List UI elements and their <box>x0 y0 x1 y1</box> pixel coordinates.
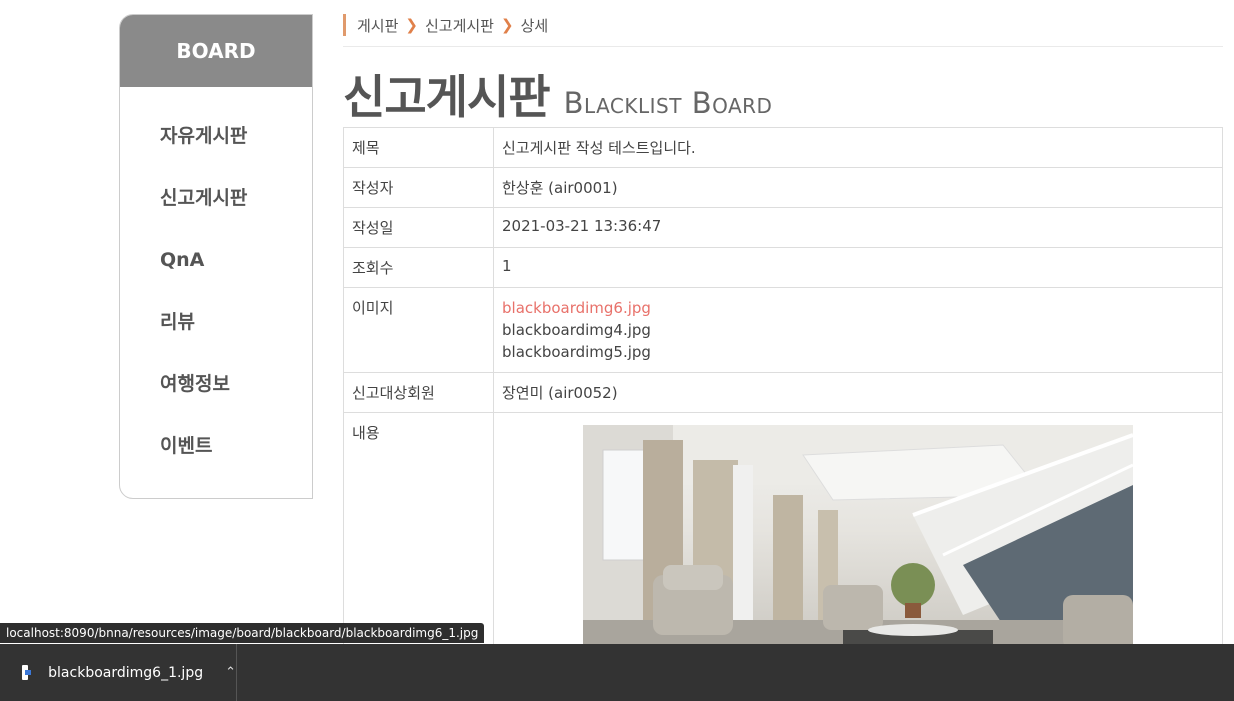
post-views: 1 <box>493 247 1223 288</box>
post-content <box>493 412 1223 663</box>
image-link[interactable]: blackboardimg6.jpg <box>502 297 1214 319</box>
sidebar-item-qna[interactable]: QnA <box>120 229 312 291</box>
reported-member: 장연미 (air0052) <box>493 372 1223 413</box>
download-item[interactable]: blackboardimg6_1.jpg ⌃ <box>0 644 237 701</box>
sidebar-item-free-board[interactable]: 자유게시판 <box>120 105 312 167</box>
sidebar-item-event[interactable]: 이벤트 <box>120 415 312 477</box>
content-image <box>583 425 1133 657</box>
table-row: 이미지 blackboardimg6.jpg blackboardimg4.jp… <box>343 287 1223 373</box>
download-filename: blackboardimg6_1.jpg <box>48 664 204 681</box>
breadcrumb-divider <box>343 46 1223 47</box>
chevron-right-icon: ❯ <box>501 16 514 34</box>
table-row: 작성일 2021-03-21 13:36:47 <box>343 207 1223 248</box>
row-label-views: 조회수 <box>343 247 494 288</box>
post-title: 신고게시판 작성 테스트입니다. <box>493 127 1223 168</box>
status-bar-url: localhost:8090/bnna/resources/image/boar… <box>0 623 485 643</box>
sidebar-menu: 자유게시판 신고게시판 QnA 리뷰 여행정보 이벤트 <box>120 87 312 477</box>
breadcrumb-report-board[interactable]: 신고게시판 <box>425 15 494 36</box>
row-label-title: 제목 <box>343 127 494 168</box>
breadcrumb-board[interactable]: 게시판 <box>357 15 398 36</box>
post-detail-table: 제목 신고게시판 작성 테스트입니다. 작성자 한상훈 (air0001) 작성… <box>343 127 1223 663</box>
row-label-author: 작성자 <box>343 167 494 208</box>
row-label-date: 작성일 <box>343 207 494 248</box>
sidebar-item-report-board[interactable]: 신고게시판 <box>120 167 312 229</box>
page-title: 신고게시판 <box>343 70 551 124</box>
breadcrumb: 게시판 ❯ 신고게시판 ❯ 상세 <box>343 14 1223 36</box>
image-link[interactable]: blackboardimg5.jpg <box>502 341 1214 363</box>
download-bar: blackboardimg6_1.jpg ⌃ <box>0 644 1234 701</box>
sidebar-item-travel-info[interactable]: 여행정보 <box>120 353 312 415</box>
row-label-images: 이미지 <box>343 287 494 373</box>
table-row: 제목 신고게시판 작성 테스트입니다. <box>343 127 1223 168</box>
image-link[interactable]: blackboardimg4.jpg <box>502 319 1214 341</box>
table-row: 작성자 한상훈 (air0001) <box>343 167 1223 208</box>
file-icon <box>22 665 32 680</box>
title-row: 신고게시판 Blacklist Board <box>343 61 1223 127</box>
board-sidebar: BOARD 자유게시판 신고게시판 QnA 리뷰 여행정보 이벤트 <box>119 14 313 499</box>
sidebar-title: BOARD <box>120 15 312 87</box>
sidebar-item-review[interactable]: 리뷰 <box>120 291 312 353</box>
post-author: 한상훈 (air0001) <box>493 167 1223 208</box>
table-row: 조회수 1 <box>343 247 1223 288</box>
page-subtitle: Blacklist Board <box>563 86 773 120</box>
image-links: blackboardimg6.jpg blackboardimg4.jpg bl… <box>493 287 1223 373</box>
chevron-up-icon[interactable]: ⌃ <box>225 665 236 680</box>
breadcrumb-detail: 상세 <box>520 16 549 35</box>
table-row: 신고대상회원 장연미 (air0052) <box>343 372 1223 413</box>
row-label-reported-member: 신고대상회원 <box>343 372 494 413</box>
main-content: 게시판 ❯ 신고게시판 ❯ 상세 신고게시판 Blacklist Board 제… <box>343 0 1223 663</box>
post-date: 2021-03-21 13:36:47 <box>493 207 1223 248</box>
chevron-right-icon: ❯ <box>405 16 418 34</box>
interior-photo-illustration <box>583 425 1133 657</box>
